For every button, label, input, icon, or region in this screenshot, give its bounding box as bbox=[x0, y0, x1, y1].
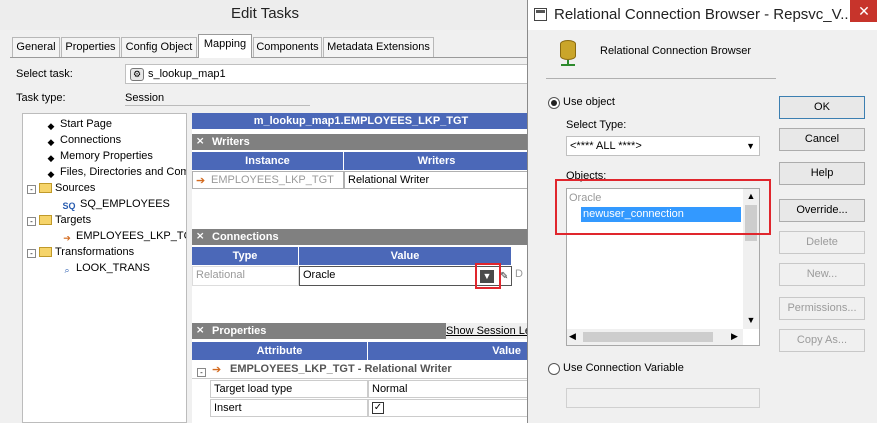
target-icon: ➔ bbox=[212, 364, 222, 376]
properties-group-row[interactable]: - ➔ EMPLOYEES_LKP_TGT - Relational Write… bbox=[192, 361, 530, 379]
connections-extra-cell: D bbox=[515, 268, 523, 280]
header-divider bbox=[546, 78, 776, 79]
tree-item-connections[interactable]: ◆ Connections bbox=[45, 133, 122, 148]
writers-writer-cell[interactable]: Relational Writer bbox=[344, 171, 530, 189]
edit-connection-icon[interactable]: ✎ bbox=[500, 270, 510, 283]
use-connection-variable-label: Use Connection Variable bbox=[563, 362, 684, 374]
writers-col-writers: Writers bbox=[344, 152, 530, 170]
horizontal-scrollbar[interactable]: ◀ ▶ bbox=[567, 329, 743, 345]
hscrollbar-thumb[interactable] bbox=[583, 332, 713, 342]
diamond-icon: ◆ bbox=[47, 121, 55, 131]
show-session-level-link[interactable]: Show Session Le bbox=[446, 323, 530, 339]
use-object-radio[interactable] bbox=[548, 97, 560, 109]
diamond-icon: ◆ bbox=[47, 169, 55, 179]
tab-config-object[interactable]: Config Object bbox=[121, 37, 197, 57]
copy-as-button[interactable]: Copy As... bbox=[779, 329, 865, 352]
diamond-icon: ◆ bbox=[47, 153, 55, 163]
arrow-down-icon: ▼ bbox=[482, 271, 492, 281]
property-value-insert[interactable]: ✓ bbox=[368, 399, 530, 417]
mapping-detail-pane: m_lookup_map1.EMPLOYEES_LKP_TGT ⨯ Writer… bbox=[192, 113, 530, 423]
insert-checkbox[interactable]: ✓ bbox=[372, 402, 384, 414]
dialog-header-label: Relational Connection Browser bbox=[600, 45, 752, 57]
dialog-title: Relational Connection Browser - Repsvc_V… bbox=[528, 0, 877, 30]
collapse-section-icon[interactable]: ⨯ bbox=[196, 229, 204, 245]
connections-section-header[interactable]: ⨯ Connections bbox=[192, 229, 530, 245]
select-type-label: Select Type: bbox=[566, 119, 627, 131]
diamond-icon: ◆ bbox=[47, 137, 55, 147]
use-object-label: Use object bbox=[563, 96, 615, 108]
properties-col-value: Value bbox=[368, 342, 530, 360]
tab-mapping[interactable]: Mapping bbox=[198, 34, 252, 58]
tab-components[interactable]: Components bbox=[253, 37, 322, 57]
collapse-section-icon[interactable]: ⨯ bbox=[196, 134, 204, 150]
tab-general[interactable]: General bbox=[12, 37, 60, 57]
writers-instance-cell[interactable]: ➔ EMPLOYEES_LKP_TGT bbox=[192, 171, 344, 189]
tree-item-files-directories[interactable]: ◆ Files, Directories and Com bbox=[45, 165, 186, 180]
help-button[interactable]: Help bbox=[779, 162, 865, 185]
lookup-icon: ⌕ bbox=[64, 265, 70, 275]
property-attribute-target-load-type: Target load type bbox=[210, 380, 368, 398]
select-type-dropdown[interactable]: <**** ALL ****> ▼ bbox=[566, 136, 760, 156]
collapse-icon[interactable]: - bbox=[27, 185, 36, 194]
collapse-group-icon[interactable]: - bbox=[197, 365, 206, 377]
select-task-label: Select task: bbox=[16, 68, 73, 80]
tree-item-employees-lkp-tgt[interactable]: ➔ EMPLOYEES_LKP_TGT bbox=[61, 229, 186, 244]
task-type-label: Task type: bbox=[16, 92, 66, 104]
folder-icon bbox=[39, 183, 52, 193]
target-icon: ➔ bbox=[196, 175, 206, 187]
task-type-value: Session bbox=[125, 90, 310, 106]
edit-tasks-title: Edit Tasks bbox=[0, 0, 530, 30]
scroll-right-icon[interactable]: ▶ bbox=[731, 331, 738, 342]
select-task-value: s_lookup_map1 bbox=[148, 68, 226, 80]
collapse-icon[interactable]: - bbox=[27, 217, 36, 226]
relational-connection-browser-dialog: Relational Connection Browser - Repsvc_V… bbox=[527, 0, 877, 423]
tree-item-memory-properties[interactable]: ◆ Memory Properties bbox=[45, 149, 153, 164]
property-value-target-load-type[interactable]: Normal bbox=[368, 380, 530, 398]
writers-section-header[interactable]: ⨯ Writers bbox=[192, 134, 530, 150]
target-icon: ➔ bbox=[63, 233, 71, 243]
collapse-section-icon[interactable]: ⨯ bbox=[196, 323, 204, 339]
tab-strip-divider bbox=[10, 57, 530, 58]
connection-variable-field[interactable] bbox=[566, 388, 760, 408]
tab-properties[interactable]: Properties bbox=[61, 37, 120, 57]
properties-col-attribute: Attribute bbox=[192, 342, 368, 360]
task-tree[interactable]: ◆ Start Page ◆ Connections ◆ Memory Propert… bbox=[22, 113, 187, 423]
scroll-left-icon[interactable]: ◀ bbox=[569, 331, 576, 342]
permissions-button[interactable]: Permissions... bbox=[779, 297, 865, 320]
tree-item-targets[interactable]: - Targets bbox=[27, 213, 91, 227]
scroll-down-icon[interactable]: ▼ bbox=[743, 315, 759, 327]
properties-group-label: EMPLOYEES_LKP_TGT - Relational Writer bbox=[230, 363, 452, 375]
collapse-icon[interactable]: - bbox=[27, 249, 36, 258]
override-button[interactable]: Override... bbox=[779, 199, 865, 222]
connections-type-cell: Relational bbox=[192, 266, 299, 286]
tree-item-look-trans[interactable]: ⌕ LOOK_TRANS bbox=[61, 261, 150, 276]
cancel-button[interactable]: Cancel bbox=[779, 128, 865, 151]
sq-icon: SQ bbox=[62, 201, 76, 211]
folder-icon bbox=[39, 247, 52, 257]
ok-button[interactable]: OK bbox=[779, 96, 865, 119]
selected-object-highlight bbox=[555, 179, 771, 235]
property-attribute-insert: Insert bbox=[210, 399, 368, 417]
tree-item-sources[interactable]: - Sources bbox=[27, 181, 95, 195]
delete-button[interactable]: Delete bbox=[779, 231, 865, 254]
tree-item-start-page[interactable]: ◆ Start Page bbox=[45, 117, 112, 132]
connections-col-type: Type bbox=[192, 247, 299, 265]
edit-tasks-window: Edit Tasks General Properties Config Obj… bbox=[0, 0, 530, 423]
mapping-header: m_lookup_map1.EMPLOYEES_LKP_TGT bbox=[192, 113, 530, 129]
close-icon: ✕ bbox=[858, 3, 870, 19]
tree-item-sq-employees[interactable]: SQ SQ_EMPLOYEES bbox=[61, 197, 169, 212]
session-icon: ⚙ bbox=[130, 68, 144, 81]
tree-item-transformations[interactable]: - Transformations bbox=[27, 245, 134, 259]
new-button[interactable]: New... bbox=[779, 263, 865, 286]
chevron-down-icon: ▼ bbox=[746, 141, 755, 151]
close-button[interactable]: ✕ bbox=[850, 0, 877, 22]
database-icon bbox=[558, 38, 578, 66]
window-icon bbox=[534, 8, 547, 21]
writers-col-instance: Instance bbox=[192, 152, 344, 170]
browse-connection-button[interactable]: ▼ bbox=[480, 270, 494, 283]
tab-metadata-extensions[interactable]: Metadata Extensions bbox=[323, 37, 434, 57]
select-task-field[interactable]: ⚙ s_lookup_map1 bbox=[125, 64, 530, 84]
folder-icon bbox=[39, 215, 52, 225]
use-connection-variable-radio[interactable] bbox=[548, 363, 560, 375]
